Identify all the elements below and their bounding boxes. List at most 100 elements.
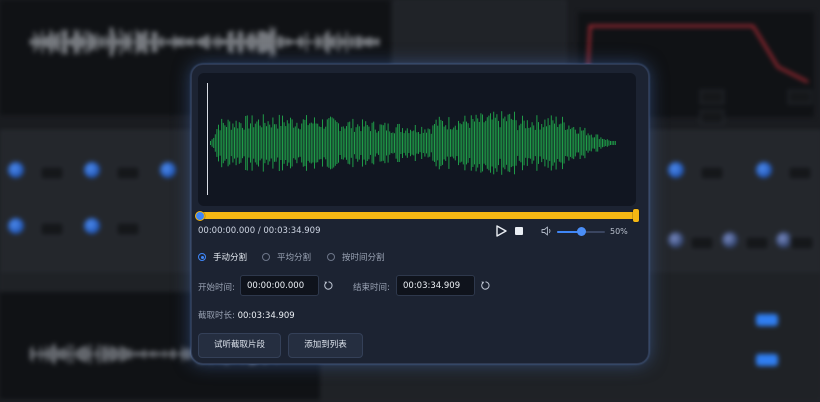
- waveform-bar: [293, 127, 295, 159]
- waveform-bar: [501, 111, 503, 175]
- waveform-bar: [454, 125, 456, 161]
- waveform-bar: [298, 128, 299, 158]
- waveform-bar: [531, 122, 533, 164]
- waveform-bar: [376, 132, 378, 154]
- start-time-label: 开始时间:: [198, 283, 235, 293]
- waveform-bar: [483, 122, 485, 164]
- waveform-bar: [488, 115, 490, 171]
- waveform-bar: [458, 120, 459, 166]
- waveform-bar: [400, 132, 402, 154]
- waveform-bar: [338, 123, 339, 163]
- waveform-bar: [610, 141, 611, 145]
- waveform-bar: [504, 116, 506, 170]
- waveform-bar: [310, 122, 312, 164]
- waveform-bar: [514, 111, 515, 175]
- waveform-bar: [517, 130, 519, 156]
- waveform-bar: [221, 118, 223, 168]
- waveform-bar: [363, 126, 365, 160]
- waveform-bar: [472, 119, 474, 167]
- waveform-bar: [277, 128, 279, 158]
- waveform-bar: [539, 129, 541, 157]
- trim-start-handle[interactable]: [195, 211, 205, 221]
- waveform-bar: [365, 121, 367, 165]
- waveform-bar: [498, 120, 499, 166]
- waveform-bar: [603, 139, 605, 147]
- waveform-bar: [240, 123, 242, 163]
- waveform-bar: [486, 117, 488, 169]
- waveform-bar: [222, 122, 224, 164]
- stop-icon[interactable]: [515, 227, 523, 235]
- waveform-bar: [566, 129, 568, 157]
- waveform-bar: [581, 130, 583, 156]
- waveform-bar: [592, 137, 594, 149]
- waveform-bar: [349, 121, 351, 165]
- waveform-bar: [373, 121, 375, 165]
- waveform-bar: [280, 126, 282, 160]
- waveform-bar: [507, 114, 509, 172]
- waveform-bar: [219, 130, 221, 156]
- volume-slider[interactable]: [557, 227, 605, 236]
- waveform-bar: [266, 126, 267, 160]
- split-mode-by-time-label: 按时间分割: [342, 253, 385, 263]
- waveform-bar: [254, 123, 256, 163]
- waveform-view[interactable]: [198, 73, 636, 206]
- waveform-bar: [421, 126, 423, 159]
- reset-icon[interactable]: [323, 280, 334, 291]
- waveform-bar: [470, 115, 472, 171]
- preview-clip-button[interactable]: 试听截取片段: [198, 333, 281, 358]
- waveform-bar: [325, 126, 327, 160]
- waveform-bar: [605, 140, 607, 146]
- waveform-bar: [477, 118, 479, 168]
- waveform-bar: [275, 124, 277, 162]
- waveform-bar: [269, 124, 271, 162]
- waveform-bar: [402, 128, 403, 158]
- waveform-bar: [445, 125, 447, 161]
- start-time-input[interactable]: 00:00:00.000: [240, 275, 319, 296]
- waveform-bar: [462, 121, 464, 165]
- waveform-bar: [448, 117, 450, 169]
- waveform-bar: [589, 135, 591, 151]
- add-to-list-button[interactable]: 添加到列表: [288, 333, 363, 358]
- waveform-bar: [283, 122, 285, 164]
- waveform-bar: [368, 126, 370, 160]
- waveform-bar: [232, 123, 234, 163]
- reset-icon[interactable]: [480, 280, 491, 291]
- waveform-bar: [456, 129, 458, 157]
- split-mode-manual[interactable]: 手动分割: [198, 251, 247, 263]
- waveform-bar: [435, 119, 437, 167]
- waveform-bar: [597, 134, 599, 152]
- waveform-bar: [378, 131, 379, 155]
- trim-end-handle[interactable]: [633, 209, 639, 222]
- waveform-bar: [286, 120, 288, 166]
- waveform-bar: [573, 127, 575, 160]
- waveform-bar: [474, 121, 475, 165]
- end-time-input[interactable]: 00:03:34.909: [396, 275, 475, 296]
- waveform-bar: [358, 126, 360, 160]
- duration-label: 截取时长:: [198, 311, 235, 321]
- trim-range-bar[interactable]: [195, 209, 639, 222]
- waveform-bar: [238, 122, 240, 164]
- waveform-bar: [536, 115, 538, 171]
- playhead-cursor[interactable]: [207, 83, 208, 195]
- waveform-bar: [374, 129, 376, 157]
- play-icon[interactable]: [495, 225, 507, 237]
- volume-slider-thumb[interactable]: [577, 227, 586, 236]
- waveform-bar: [419, 133, 421, 153]
- radio-dot: [198, 253, 206, 261]
- waveform-bar: [216, 129, 218, 157]
- waveform-bar: [344, 128, 346, 158]
- waveform-bar: [546, 126, 547, 160]
- waveform-bar: [294, 126, 296, 160]
- split-mode-by-time[interactable]: 按时间分割: [327, 251, 385, 263]
- split-mode-average[interactable]: 平均分割: [262, 251, 311, 263]
- waveform-bar: [270, 127, 272, 159]
- waveform-bar: [408, 133, 410, 153]
- waveform-bar: [587, 133, 589, 153]
- volume-icon[interactable]: [541, 225, 553, 237]
- waveform-bar: [584, 127, 586, 159]
- waveform-bar: [574, 129, 576, 157]
- waveform-bar: [333, 118, 335, 168]
- waveform-bar: [411, 131, 413, 155]
- waveform-bar: [210, 141, 211, 145]
- waveform-bar: [304, 119, 306, 167]
